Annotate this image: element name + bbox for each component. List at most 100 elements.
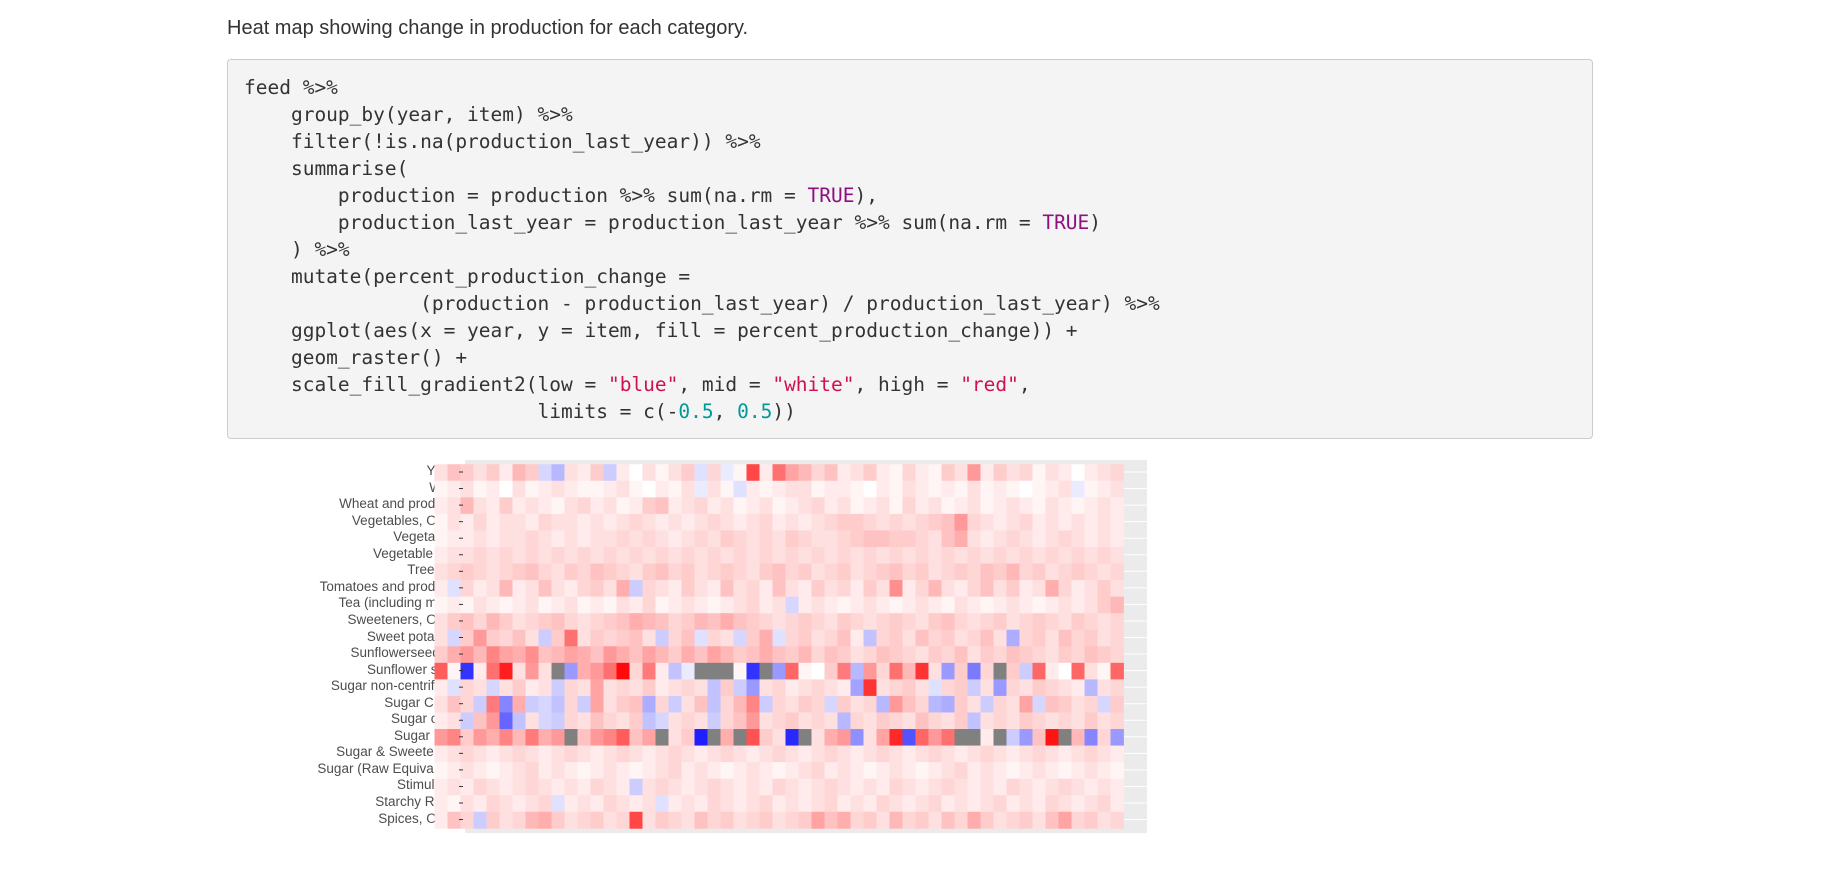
heatmap-cell [876,745,890,763]
heatmap-cell [863,596,877,614]
heatmap-cell [603,497,617,515]
heatmap-cell [668,778,682,796]
heatmap-cell [629,811,643,829]
heatmap-cell [551,679,565,697]
heatmap-cell [707,729,721,746]
heatmap-cell [642,530,656,548]
heatmap-cell [746,811,760,829]
heatmap-cell [746,497,760,515]
heatmap-cell [1110,811,1124,829]
heatmap-cell [616,629,630,647]
heatmap-cell [824,695,838,713]
code-token-string: "blue" [607,373,679,396]
heatmap-cell [1032,729,1046,746]
heatmap-cell [681,629,695,647]
heatmap-cell [1032,795,1046,813]
heatmap-cell [1032,778,1046,796]
heatmap-cell [681,530,695,548]
heatmap-cell [941,729,955,746]
heatmap-cell [707,497,721,515]
heatmap-cell [681,596,695,614]
heatmap-cell [486,646,500,664]
heatmap-cell [1045,662,1059,680]
heatmap-cell [967,662,981,680]
heatmap-cell [486,464,500,482]
heatmap-cell [876,795,890,813]
heatmap-cell [538,546,552,564]
heatmap-cell [577,629,591,647]
heatmap-cell [629,762,643,780]
heatmap-cell [499,546,513,564]
heatmap-cell [694,695,708,713]
heatmap-cell [746,679,760,697]
heatmap-cell [707,546,721,564]
heatmap-cell [525,546,539,564]
heatmap-cell [824,530,838,548]
heatmap-cell [1045,513,1059,531]
heatmap-cell [434,613,448,631]
heatmap-cell [1084,563,1098,581]
heatmap-cell [1006,662,1020,680]
heatmap-cell [499,662,513,680]
heatmap-cell [850,546,864,564]
heatmap-cell [603,745,617,763]
heatmap-cell [551,464,565,482]
heatmap-cell [629,546,643,564]
heatmap-cell [954,778,968,796]
heatmap-cell [447,629,461,647]
heatmap-cell [460,480,474,498]
heatmap-cell [889,712,903,730]
heatmap-cell [720,546,734,564]
heatmap-cell [1110,497,1124,515]
heatmap-cell [707,679,721,697]
heatmap-cell [902,596,916,614]
heatmap-cell [889,546,903,564]
heatmap-cell [889,811,903,829]
heatmap-cell [733,497,747,515]
heatmap-cell [525,695,539,713]
heatmap-cell [668,712,682,730]
heatmap-cell [850,778,864,796]
heatmap-cell [746,513,760,531]
heatmap-cell [655,629,669,647]
heatmap-cell [798,646,812,664]
heatmap-cell [694,679,708,697]
heatmap-cell [525,464,539,482]
heatmap-cell [980,695,994,713]
heatmap-cell [941,596,955,614]
heatmap-cell [733,695,747,713]
heatmap-cell [551,778,565,796]
heatmap-cell [694,712,708,730]
heatmap-cell [473,497,487,515]
heatmap-cell [993,695,1007,713]
heatmap-cell [694,530,708,548]
heatmap-cell [512,580,526,598]
heatmap-cell [473,795,487,813]
heatmap-cell [473,580,487,598]
heatmap-cell [1019,729,1033,746]
code-token-number: 0.5 [737,400,773,423]
heatmap-cell [889,729,903,746]
heatmap-cell [798,762,812,780]
heatmap-cell [1058,811,1072,829]
heatmap-cell [785,513,799,531]
heatmap-cell [1084,729,1098,746]
heatmap-cell [772,513,786,531]
heatmap-cell [577,480,591,498]
heatmap-cell [772,497,786,515]
heatmap-cell [1097,546,1111,564]
heatmap-cell [512,646,526,664]
heatmap-cell [1032,662,1046,680]
heatmap-cell [525,679,539,697]
heatmap-cell [1097,778,1111,796]
heatmap-cell [460,629,474,647]
heatmap-cell [460,464,474,482]
heatmap-cell [538,729,552,746]
heatmap-cell [499,596,513,614]
code-line: summarise( [244,157,408,180]
heatmap-cell [746,596,760,614]
heatmap-cell [1084,712,1098,730]
heatmap-cell [1032,497,1046,515]
heatmap-cell [915,530,929,548]
heatmap-cell [616,563,630,581]
